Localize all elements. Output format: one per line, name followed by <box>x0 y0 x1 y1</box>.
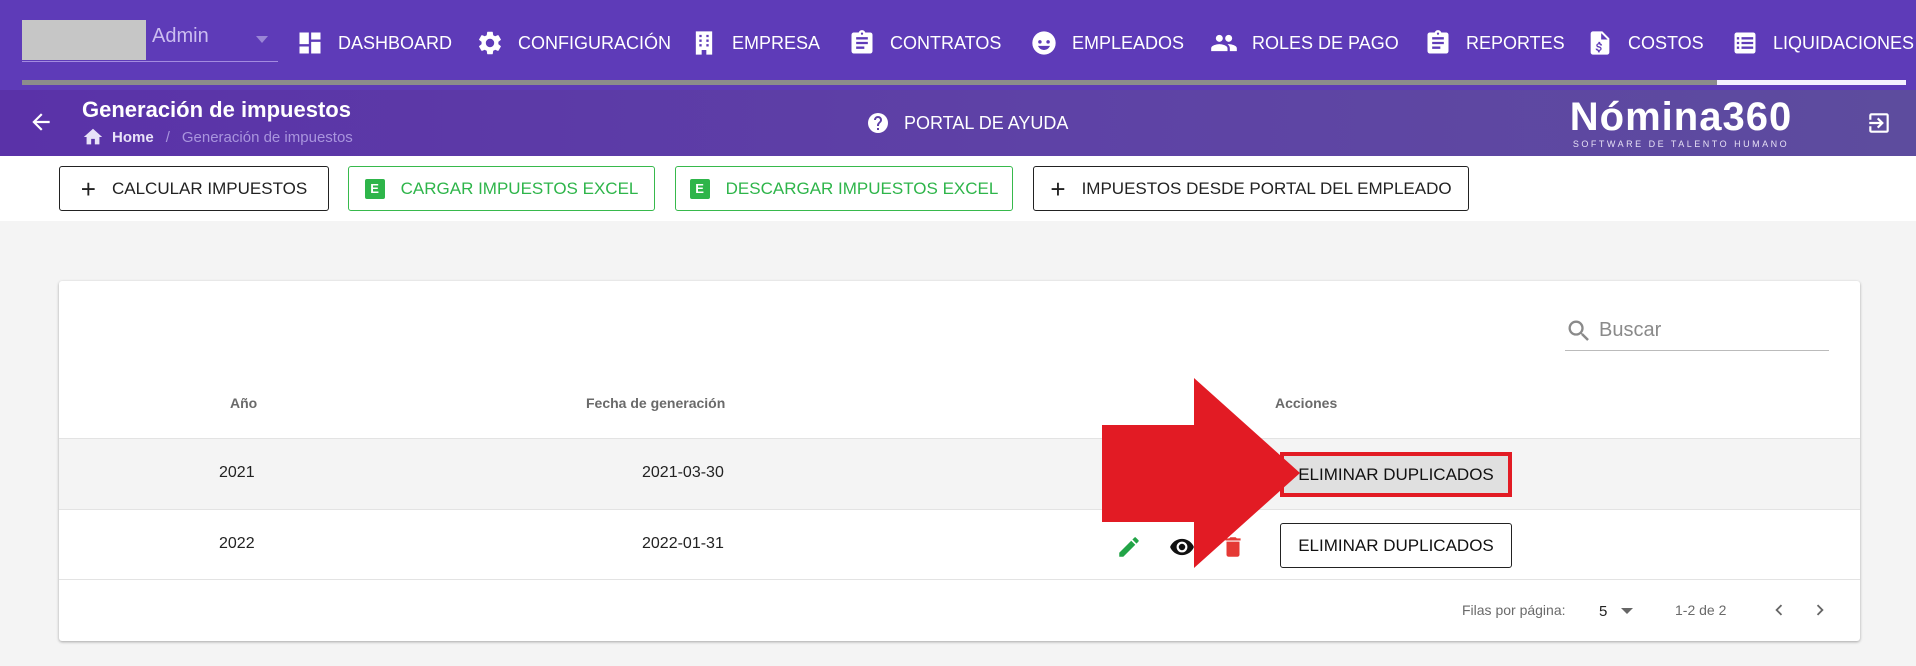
remove-duplicates-button[interactable]: ELIMINAR DUPLICADOS <box>1280 523 1512 568</box>
chevron-down-icon <box>1621 608 1634 614</box>
cell-year: 2021 <box>219 464 255 481</box>
search-icon <box>1568 320 1589 341</box>
back-button[interactable] <box>24 105 58 139</box>
nav-item-costos[interactable]: COSTOS <box>1586 26 1704 60</box>
nav-item-liquidaciones[interactable]: LIQUIDACIONES <box>1731 26 1914 60</box>
building-icon <box>695 31 713 55</box>
button-label: CALCULAR IMPUESTOS <box>111 178 308 198</box>
help-portal-label: PORTAL DE AYUDA <box>904 112 1069 133</box>
search-input[interactable] <box>1599 315 1825 345</box>
taxes-table-card: Año Fecha de generación Acciones 2021 20… <box>59 281 1860 641</box>
calculate-taxes-button[interactable]: + CALCULAR IMPUESTOS <box>59 166 329 211</box>
nav-active-indicator <box>1717 80 1906 85</box>
nav-item-label: LIQUIDACIONES <box>1773 32 1915 53</box>
search-box <box>1565 311 1829 351</box>
plus-icon: + <box>80 173 96 204</box>
rows-per-page-value: 5 <box>1599 602 1608 620</box>
excel-icon: E <box>689 178 710 199</box>
home-icon[interactable] <box>82 126 104 148</box>
nav-item-label: REPORTES <box>1466 32 1565 53</box>
nav-item-label: EMPLEADOS <box>1072 32 1185 53</box>
breadcrumb: Home / Generación de impuestos <box>82 126 353 148</box>
nav-item-label: CONFIGURACIÓN <box>518 32 671 53</box>
button-label: DESCARGAR IMPUESTOS EXCEL <box>725 178 999 198</box>
page-title: Generación de impuestos <box>82 97 351 122</box>
nav-item-roles-de-pago[interactable]: ROLES DE PAGO <box>1210 26 1399 60</box>
download-excel-button[interactable]: E DESCARGAR IMPUESTOS EXCEL <box>675 166 1013 211</box>
nav-item-contratos[interactable]: CONTRATOS <box>848 26 1001 60</box>
nav-item-dashboard[interactable]: DASHBOARD <box>296 26 452 60</box>
chevron-left-icon <box>1775 604 1783 616</box>
rows-per-page-select[interactable]: 5 <box>1599 600 1649 622</box>
brand-tagline: SOFTWARE DE TALENTO HUMANO <box>1572 139 1790 149</box>
top-navigation-bar: Admin DASHBOARD CONFIGURACIÓN EMPRESA CO… <box>0 0 1916 90</box>
gear-icon <box>479 31 501 55</box>
nav-item-label: EMPRESA <box>732 32 821 53</box>
nav-item-empleados[interactable]: EMPLEADOS <box>1030 26 1184 60</box>
invoice-icon <box>1590 31 1610 55</box>
nav-item-configuracion[interactable]: CONFIGURACIÓN <box>476 26 671 60</box>
column-header-year[interactable]: Año <box>230 395 257 411</box>
taxes-from-employee-portal-button[interactable]: + IMPUESTOS DESDE PORTAL DEL EMPLEADO <box>1033 166 1469 211</box>
clipboard-icon <box>1427 30 1449 54</box>
table-row: 2022 2022-01-31 ELIMINAR DUPLICADOS <box>59 509 1860 580</box>
dashboard-icon <box>299 32 321 54</box>
cell-year: 2022 <box>219 535 255 552</box>
nav-item-label: ROLES DE PAGO <box>1252 32 1399 53</box>
logout-button[interactable] <box>1864 108 1894 138</box>
nav-item-reportes[interactable]: REPORTES <box>1424 26 1565 60</box>
brand-name: Nómina360 <box>1569 95 1793 139</box>
pagination-range: 1-2 de 2 <box>1675 602 1727 618</box>
help-icon <box>868 113 888 133</box>
nav-item-label: COSTOS <box>1628 32 1704 53</box>
cell-date: 2022-01-31 <box>642 535 724 552</box>
plus-icon: + <box>1050 173 1066 204</box>
list-icon <box>1734 32 1756 54</box>
people-icon <box>1211 34 1237 52</box>
column-header-date[interactable]: Fecha de generación <box>586 395 725 411</box>
clipboard-icon <box>851 30 873 54</box>
red-arrow-annotation-icon <box>1102 378 1300 568</box>
user-select[interactable]: Admin <box>22 20 278 62</box>
arrow-left-icon <box>32 113 50 131</box>
excel-icon: E <box>364 178 385 199</box>
rows-per-page-label: Filas por página: <box>1462 602 1566 618</box>
face-icon <box>1032 31 1056 55</box>
nav-item-label: CONTRATOS <box>890 32 1002 53</box>
page-header: Generación de impuestos Home / Generació… <box>0 90 1916 156</box>
nav-item-label: DASHBOARD <box>338 32 453 53</box>
cell-date: 2021-03-30 <box>642 464 724 481</box>
logout-icon <box>1869 113 1889 133</box>
action-toolbar: + CALCULAR IMPUESTOS E CARGAR IMPUESTOS … <box>0 156 1916 221</box>
table-row: 2021 2021-03-30 ELIMINAR DUPLICADOS <box>59 438 1860 509</box>
help-portal-link[interactable]: PORTAL DE AYUDA <box>866 110 1068 136</box>
remove-duplicates-button[interactable]: ELIMINAR DUPLICADOS <box>1280 452 1512 497</box>
breadcrumb-separator: / <box>165 128 170 146</box>
breadcrumb-current: Generación de impuestos <box>181 128 353 146</box>
nav-divider <box>22 80 1894 85</box>
upload-excel-button[interactable]: E CARGAR IMPUESTOS EXCEL <box>348 166 655 211</box>
chevron-down-icon[interactable] <box>256 36 268 43</box>
button-label: IMPUESTOS DESDE PORTAL DEL EMPLEADO <box>1081 178 1452 198</box>
next-page-button[interactable] <box>1807 597 1833 623</box>
breadcrumb-home[interactable]: Home <box>112 129 154 146</box>
button-label: CARGAR IMPUESTOS EXCEL <box>400 178 639 198</box>
nav-item-empresa[interactable]: EMPRESA <box>690 26 820 60</box>
chevron-right-icon <box>1816 604 1824 616</box>
brand-logo: Nómina360 SOFTWARE DE TALENTO HUMANO <box>1568 96 1794 149</box>
user-name: Admin <box>152 25 209 47</box>
previous-page-button[interactable] <box>1766 597 1792 623</box>
user-avatar <box>22 20 146 60</box>
